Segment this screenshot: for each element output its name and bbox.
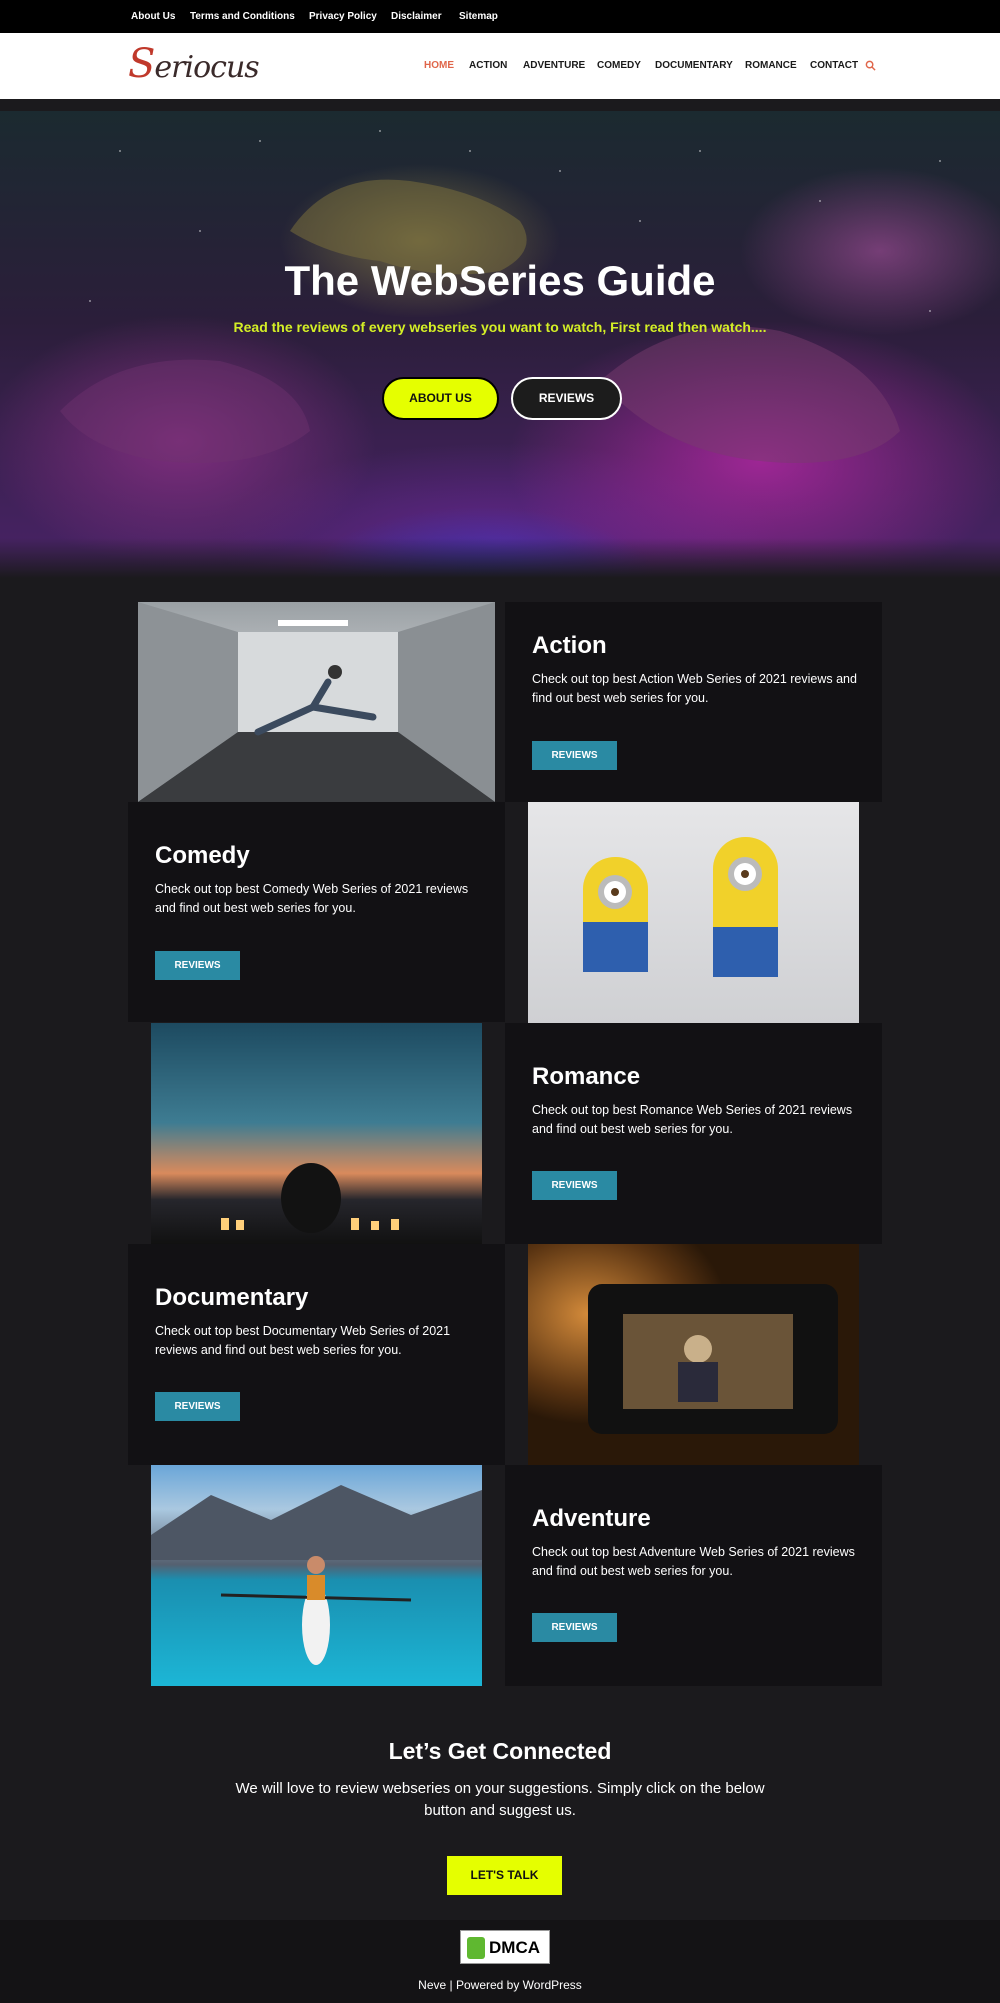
- topbar-link-disclaimer[interactable]: Disclaimer: [391, 11, 442, 22]
- hero-reviews-button[interactable]: REVIEWS: [511, 377, 622, 420]
- romance-text: Check out top best Romance Web Series of…: [532, 1103, 853, 1136]
- nav-home[interactable]: HOME: [424, 60, 454, 71]
- search-icon[interactable]: [865, 60, 876, 71]
- dmca-badge[interactable]: DMCA: [460, 1930, 550, 1964]
- comedy-reviews-button[interactable]: REVIEWS: [155, 951, 240, 980]
- hero-title: The WebSeries Guide: [284, 257, 716, 304]
- action-panel: Action Check out top best Action Web Ser…: [505, 602, 882, 802]
- adventure-panel: Adventure Check out top best Adventure W…: [505, 1465, 882, 1686]
- topbar-link-terms[interactable]: Terms and Conditions: [190, 11, 295, 22]
- documentary-reviews-button[interactable]: REVIEWS: [155, 1392, 240, 1421]
- nav-action[interactable]: ACTION: [469, 60, 507, 71]
- lock-icon: [467, 1937, 485, 1959]
- nav-comedy[interactable]: COMEDY: [597, 60, 641, 71]
- romance-reviews-button[interactable]: REVIEWS: [532, 1171, 617, 1200]
- about-us-button[interactable]: ABOUT US: [382, 377, 499, 420]
- adventure-title: Adventure: [532, 1505, 651, 1532]
- adventure-image: [151, 1465, 482, 1686]
- adventure-text: Check out top best Adventure Web Series …: [532, 1545, 855, 1578]
- footer-credit: Neve | Powered by WordPress: [418, 1978, 582, 1992]
- documentary-panel: Documentary Check out top best Documenta…: [128, 1244, 505, 1465]
- site-header: Seriocus HOME ACTION ADVENTURE COMEDY DO…: [0, 33, 1000, 99]
- connect-title: Let’s Get Connected: [388, 1738, 612, 1764]
- topbar-link-privacy[interactable]: Privacy Policy: [309, 11, 377, 22]
- comedy-image: [528, 802, 859, 1023]
- logo-initial: S: [128, 41, 155, 87]
- action-image: [138, 602, 495, 802]
- documentary-image: [528, 1244, 859, 1465]
- hero-banner: The WebSeries Guide Read the reviews of …: [0, 111, 1000, 578]
- documentary-title: Documentary: [155, 1284, 309, 1311]
- hero-subtitle: Read the reviews of every webseries you …: [233, 319, 767, 335]
- topbar-link-sitemap[interactable]: Sitemap: [459, 11, 498, 22]
- romance-image: [151, 1023, 482, 1244]
- lets-talk-button[interactable]: LET'S TALK: [447, 1856, 562, 1895]
- top-bar: About Us Terms and Conditions Privacy Po…: [0, 0, 1000, 33]
- nav-romance[interactable]: ROMANCE: [745, 60, 797, 71]
- logo-text: eriocus: [154, 50, 259, 85]
- comedy-panel: Comedy Check out top best Comedy Web Ser…: [128, 802, 505, 1022]
- action-text: Check out top best Action Web Series of …: [532, 672, 857, 705]
- action-reviews-button[interactable]: REVIEWS: [532, 741, 617, 770]
- documentary-text: Check out top best Documentary Web Serie…: [155, 1324, 451, 1357]
- romance-panel: Romance Check out top best Romance Web S…: [505, 1023, 882, 1244]
- nav-contact[interactable]: CONTACT: [810, 60, 858, 71]
- site-logo[interactable]: Seriocus: [128, 41, 260, 87]
- site-footer: DMCA Neve | Powered by WordPress: [0, 1920, 1000, 2003]
- connect-text: We will love to review webseries on your…: [235, 1780, 765, 1819]
- romance-title: Romance: [532, 1063, 641, 1090]
- nav-adventure[interactable]: ADVENTURE: [523, 60, 585, 71]
- comedy-title: Comedy: [155, 842, 250, 869]
- topbar-link-about[interactable]: About Us: [131, 11, 175, 22]
- action-title: Action: [532, 632, 607, 659]
- dmca-label: DMCA: [489, 1938, 540, 1957]
- nav-documentary[interactable]: DOCUMENTARY: [655, 60, 733, 71]
- comedy-text: Check out top best Comedy Web Series of …: [155, 882, 469, 915]
- hero-background-image: [60, 130, 941, 463]
- adventure-reviews-button[interactable]: REVIEWS: [532, 1613, 617, 1642]
